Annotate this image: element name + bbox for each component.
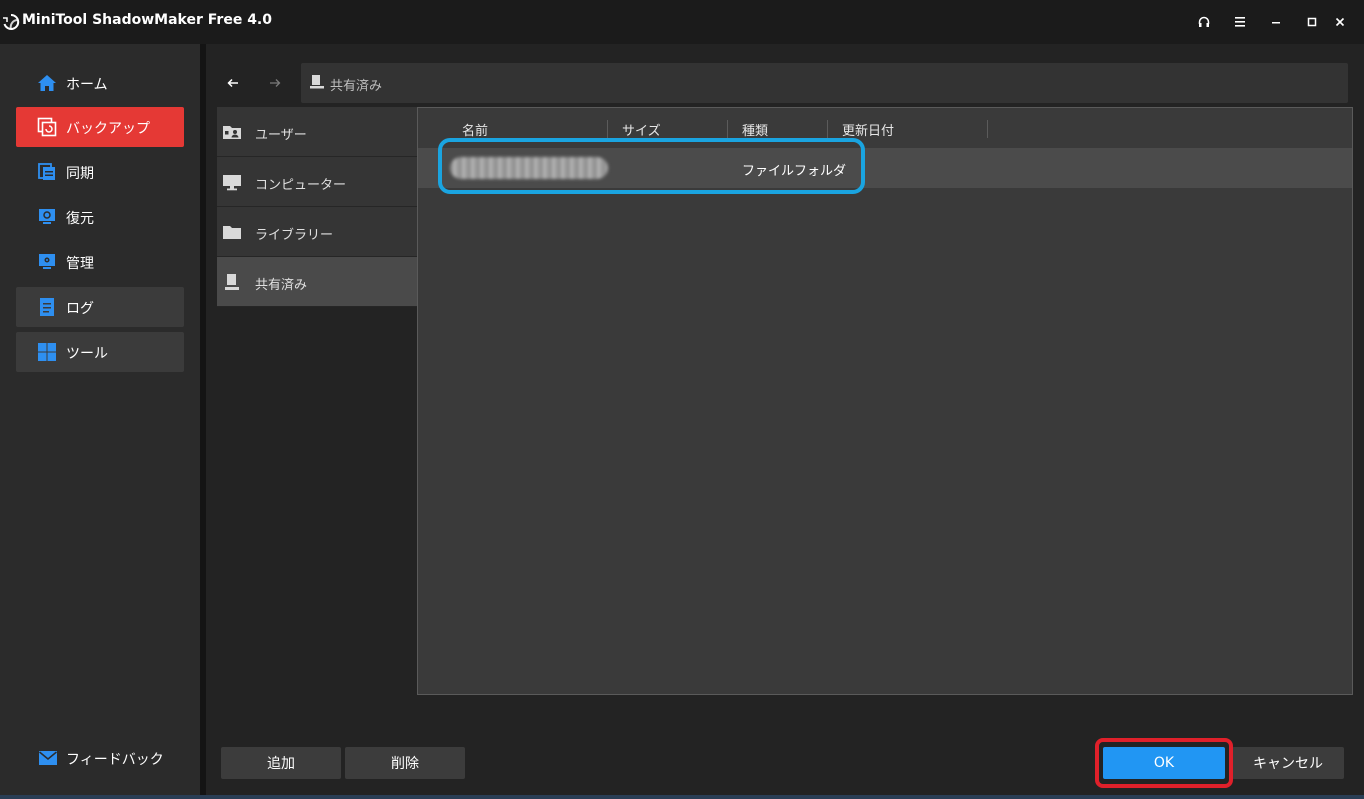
location-item-library[interactable]: ライブラリー xyxy=(217,207,417,257)
feedback-label: フィードバック xyxy=(66,752,164,768)
sidebar-item-label: バックアップ xyxy=(66,121,150,137)
highlight-annotation-red xyxy=(1095,738,1233,788)
mail-icon xyxy=(39,751,57,765)
delete-button[interactable]: 削除 xyxy=(345,747,465,779)
sidebar-item-tools[interactable]: ツール xyxy=(16,332,184,372)
arrow-right-icon xyxy=(270,79,281,87)
file-list: 名前 サイズ 種類 更新日付 ファイルフォルダ xyxy=(417,107,1353,695)
title-bar: MiniTool ShadowMaker Free 4.0 xyxy=(0,0,1364,44)
location-item-shared[interactable]: 共有済み xyxy=(217,257,417,307)
location-list: ユーザー コンピューター ライブラリー 共有済み xyxy=(217,107,417,307)
computer-icon xyxy=(223,175,241,191)
backup-icon xyxy=(37,117,57,137)
sidebar-item-backup[interactable]: バックアップ xyxy=(16,107,184,147)
maximize-icon[interactable] xyxy=(1302,12,1322,32)
location-label: ライブラリー xyxy=(255,228,334,243)
address-path: 共有済み xyxy=(330,79,383,94)
column-separator xyxy=(607,120,608,138)
location-item-computer[interactable]: コンピューター xyxy=(217,157,417,207)
home-icon xyxy=(38,75,56,91)
location-label: コンピューター xyxy=(255,178,347,193)
sidebar-item-sync[interactable]: 同期 xyxy=(16,152,184,192)
manage-icon xyxy=(39,254,55,269)
sidebar-item-manage[interactable]: 管理 xyxy=(16,242,184,282)
headset-icon[interactable] xyxy=(1194,12,1214,32)
sidebar-item-label: ツール xyxy=(66,346,108,362)
sidebar-item-label: 同期 xyxy=(66,166,94,182)
minimize-icon[interactable] xyxy=(1266,12,1286,32)
sidebar-item-restore[interactable]: 復元 xyxy=(16,197,184,237)
taskbar-edge xyxy=(0,795,1364,799)
column-header-name[interactable]: 名前 xyxy=(462,120,488,139)
sidebar-item-label: 管理 xyxy=(66,256,94,272)
tools-icon xyxy=(38,343,56,361)
sync-icon xyxy=(38,163,55,180)
location-item-user[interactable]: ユーザー xyxy=(217,107,417,157)
shared-folder-icon xyxy=(310,75,324,89)
add-button[interactable]: 追加 xyxy=(221,747,341,779)
sidebar-item-log[interactable]: ログ xyxy=(16,287,184,327)
location-label: ユーザー xyxy=(255,128,307,143)
column-header-modified[interactable]: 更新日付 xyxy=(842,120,894,139)
back-button[interactable] xyxy=(220,66,246,100)
cancel-button[interactable]: キャンセル xyxy=(1232,747,1344,779)
menu-icon[interactable] xyxy=(1230,12,1250,32)
sidebar: ホーム バックアップ 同期 復元 管理 ログ ツール フィードバック xyxy=(0,44,200,799)
address-bar[interactable]: 共有済み xyxy=(301,63,1348,103)
feedback-link[interactable]: フィードバック xyxy=(38,746,188,770)
arrow-left-icon xyxy=(227,78,238,88)
column-separator xyxy=(987,120,988,138)
folder-icon xyxy=(223,226,241,239)
main-panel: 共有済み ユーザー コンピューター ライブラリー 共有済み 名前 サイズ 種類 … xyxy=(206,44,1364,799)
forward-button[interactable] xyxy=(262,66,288,100)
column-separator xyxy=(827,120,828,138)
column-separator xyxy=(727,120,728,138)
location-label: 共有済み xyxy=(255,278,308,293)
sidebar-item-label: 復元 xyxy=(66,211,94,227)
restore-icon xyxy=(39,209,55,224)
column-header-type[interactable]: 種類 xyxy=(742,120,768,139)
app-title: MiniTool ShadowMaker Free 4.0 xyxy=(22,12,272,28)
sidebar-item-home[interactable]: ホーム xyxy=(16,63,184,103)
sidebar-item-label: ホーム xyxy=(66,77,108,93)
sidebar-item-label: ログ xyxy=(66,301,94,317)
log-icon xyxy=(40,298,54,316)
close-icon[interactable] xyxy=(1330,12,1350,32)
column-header-size[interactable]: サイズ xyxy=(622,120,661,139)
user-folder-icon xyxy=(223,126,241,139)
shared-folder-icon xyxy=(225,274,239,290)
app-logo-icon xyxy=(3,13,20,30)
highlight-annotation-blue xyxy=(438,138,865,194)
